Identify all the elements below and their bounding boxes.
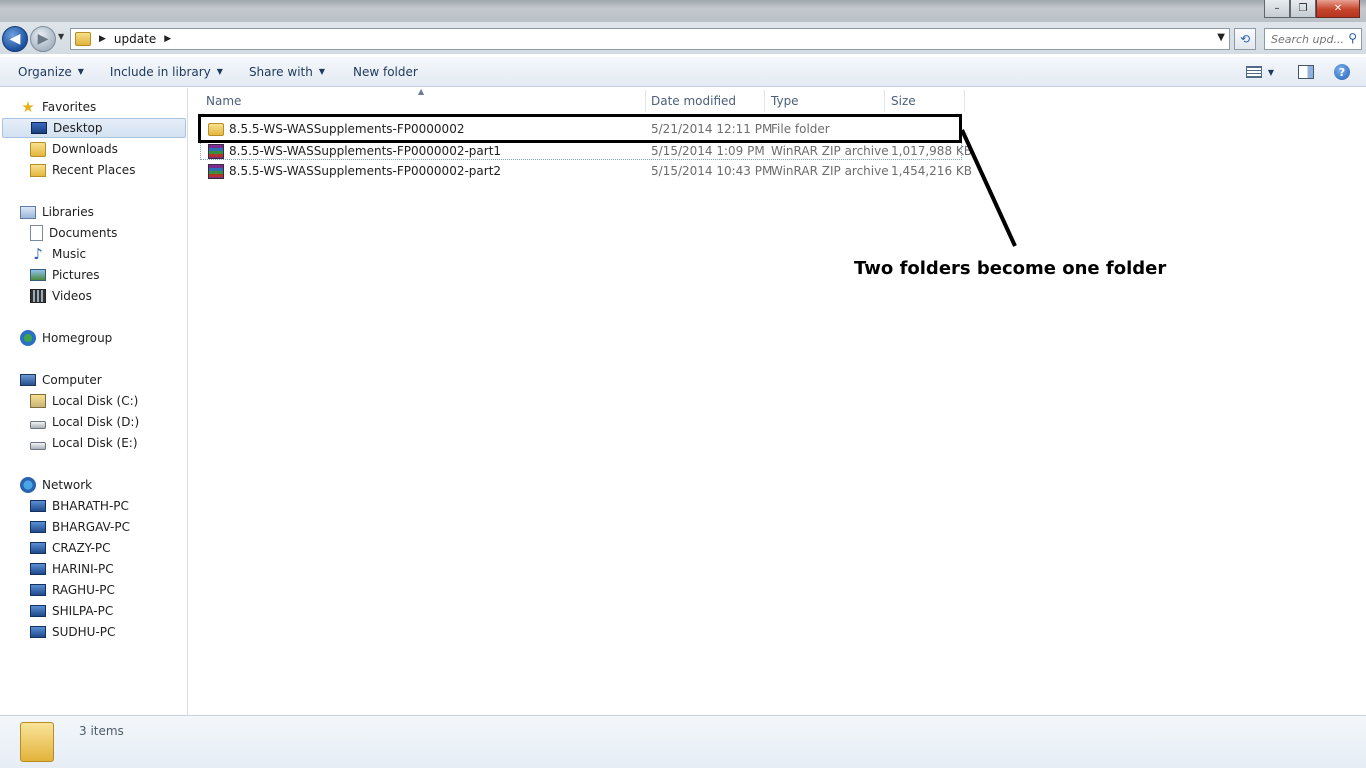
annotation-label: Two folders become one folder <box>854 258 1167 279</box>
annotation-line <box>960 129 1017 247</box>
details-pane: 3 items <box>0 715 1366 768</box>
item-count: 3 items <box>79 724 124 738</box>
folder-icon <box>20 722 54 762</box>
annotation-arrow <box>960 129 1017 247</box>
